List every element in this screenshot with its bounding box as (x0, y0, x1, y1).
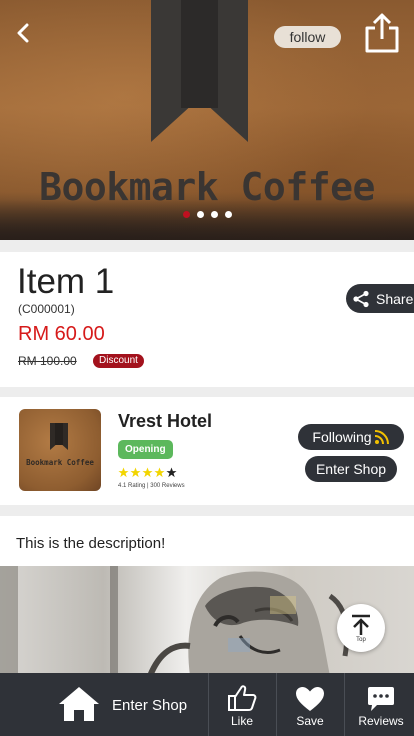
home-icon (59, 687, 99, 721)
bottom-enter-shop-button[interactable]: Enter Shop (0, 673, 208, 736)
following-label: Following (312, 429, 372, 445)
share-label: Share (376, 290, 414, 307)
follow-button[interactable]: follow (274, 26, 341, 48)
opening-status-badge: Opening (118, 440, 173, 459)
carousel-dot[interactable] (196, 211, 204, 218)
divider (344, 673, 345, 736)
bottom-action-bar: Enter Shop Like Save Reviews (0, 673, 414, 736)
scroll-top-button[interactable]: Top (337, 604, 385, 652)
star-filled-icon (154, 467, 165, 478)
item-original-price: RM 100.00 (18, 354, 77, 368)
like-label: Like (230, 714, 253, 728)
reviews-button[interactable]: Reviews (346, 673, 414, 736)
back-button[interactable] (10, 20, 36, 46)
thumbs-up-icon (228, 685, 257, 711)
rating-text: 4.1 Rating | 300 Reviews (118, 483, 185, 489)
bookmark-logo-icon (50, 423, 68, 450)
item-info-card: Item 1 (C000001) RM 60.00 RM 100.00 Disc… (0, 252, 414, 387)
carousel-dot[interactable] (210, 211, 218, 218)
shop-logo-text: Bookmark Coffee (26, 458, 94, 467)
rating-stars (118, 467, 177, 478)
hero-fade (0, 200, 414, 240)
discount-badge: Discount (93, 354, 144, 368)
product-page: Bookmark Coffee follow Item 1 (C000001) … (0, 0, 414, 736)
bookmark-ribbon-graphic (151, 0, 248, 142)
item-price: RM 60.00 (18, 323, 105, 345)
share-button[interactable]: Share (346, 284, 414, 313)
save-label: Save (296, 714, 324, 728)
rss-feed-icon (374, 430, 389, 445)
share-upload-icon (365, 13, 399, 53)
scroll-top-label: Top (356, 636, 366, 643)
star-filled-icon (130, 467, 141, 478)
item-title: Item 1 (17, 262, 115, 301)
star-filled-icon (118, 467, 129, 478)
chevron-left-icon (17, 23, 29, 43)
description-section: This is the description! (0, 516, 414, 566)
star-filled-icon (142, 467, 153, 478)
heart-icon (296, 687, 324, 711)
arrow-up-to-top-icon (352, 614, 370, 635)
following-button[interactable]: Following (298, 424, 404, 450)
bottom-enter-shop-label: Enter Shop (112, 697, 188, 714)
shop-logo[interactable]: Bookmark Coffee (19, 409, 101, 491)
star-empty-icon (166, 467, 177, 478)
shop-name[interactable]: Vrest Hotel (118, 411, 212, 432)
enter-shop-button[interactable]: Enter Shop (305, 456, 397, 482)
save-button[interactable]: Save (276, 673, 344, 736)
share-icon (353, 290, 369, 307)
hero-banner[interactable]: Bookmark Coffee follow (0, 0, 414, 240)
carousel-dots (0, 211, 414, 218)
description-text: This is the description! (16, 535, 166, 552)
chat-bubble-icon (368, 687, 394, 711)
item-code: (C000001) (18, 302, 75, 316)
shop-card: Bookmark Coffee Vrest Hotel Opening 4.1 … (0, 397, 414, 505)
share-top-button[interactable] (364, 12, 400, 54)
reviews-label: Reviews (358, 714, 404, 728)
carousel-dot[interactable] (224, 211, 232, 218)
like-button[interactable]: Like (208, 673, 276, 736)
carousel-dot-active[interactable] (182, 211, 190, 218)
